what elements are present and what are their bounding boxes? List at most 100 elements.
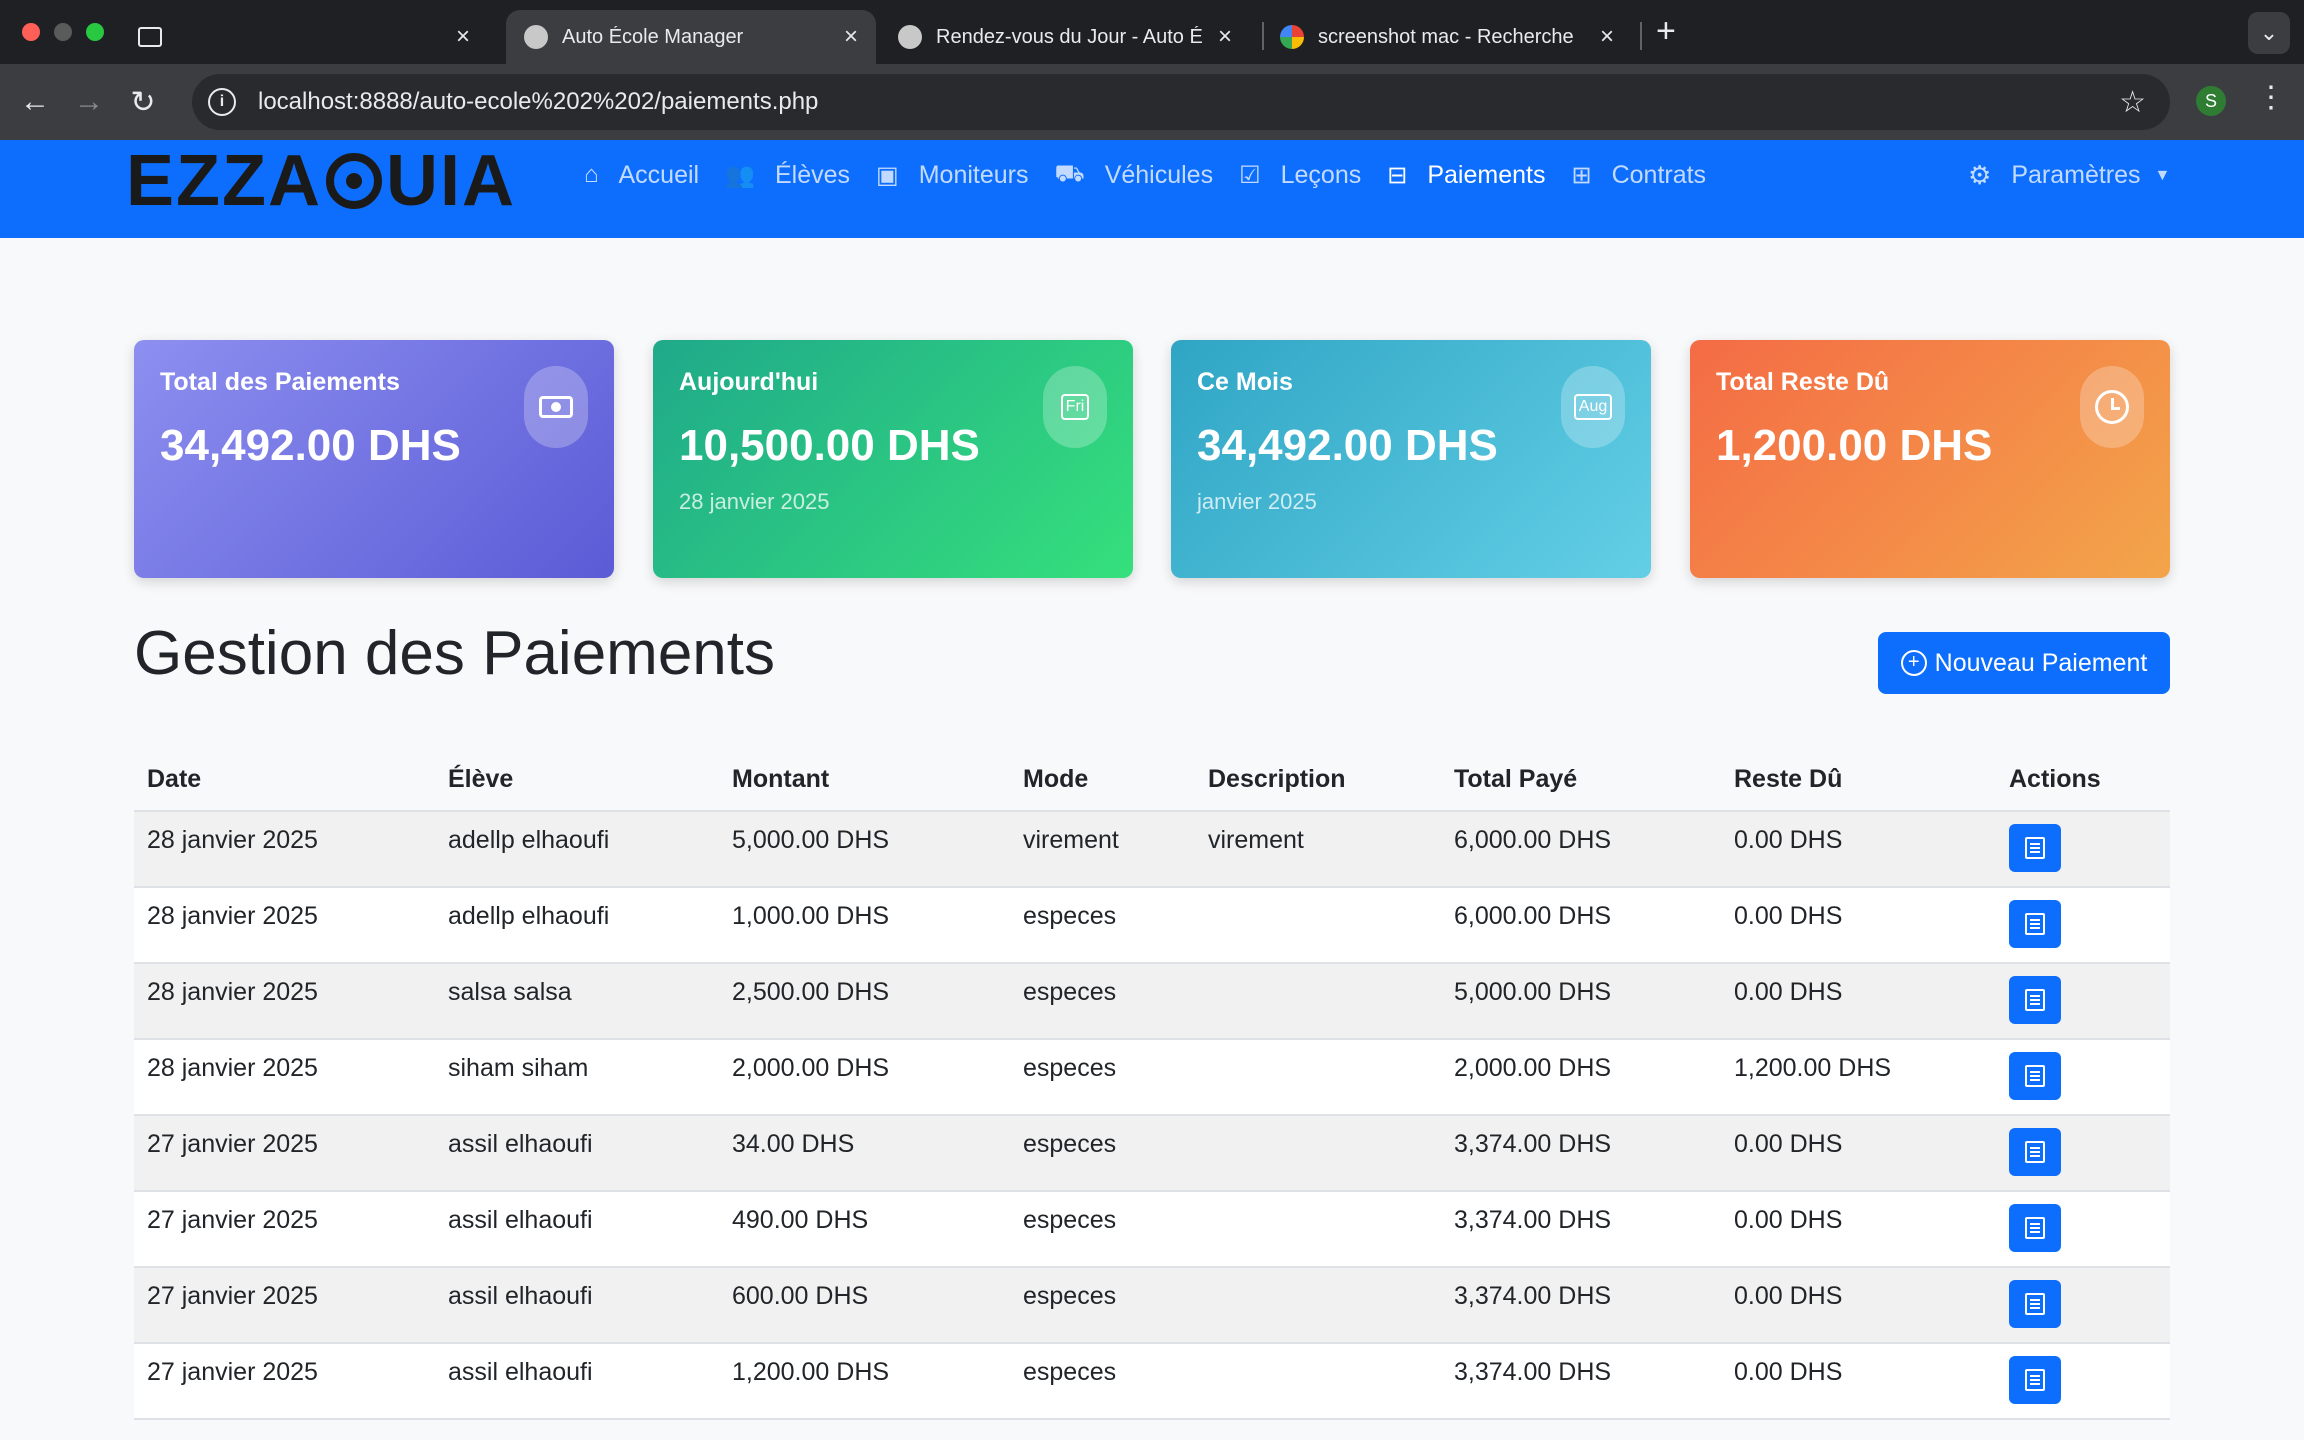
bookmark-star-icon[interactable]: ☆	[2119, 85, 2146, 120]
cell-remaining: 0.00 DHS	[1721, 811, 1996, 888]
nav-vehicules[interactable]: ⛟ Véhicules	[1054, 160, 1213, 190]
brand-logo[interactable]: EZZA UIA	[126, 140, 516, 222]
maximize-window-button[interactable]	[86, 23, 104, 41]
new-payment-button[interactable]: + Nouveau Paiement	[1878, 632, 2170, 694]
cell-remaining: 0.00 DHS	[1721, 963, 1996, 1040]
column-header: Total Payé	[1441, 748, 1721, 812]
column-header: Description	[1195, 748, 1441, 812]
table-row: 28 janvier 2025 siham siham 2,000.00 DHS…	[134, 1039, 2170, 1116]
profile-avatar[interactable]: S	[2196, 86, 2226, 116]
settings-label: Paramètres	[2011, 161, 2141, 189]
plus-circle-icon: +	[1900, 650, 1927, 676]
cell-date: 28 janvier 2025	[134, 887, 435, 964]
cell-description	[1195, 887, 1441, 964]
caret-down-icon: ▼	[2154, 166, 2171, 184]
cell-amount: 5,000.00 DHS	[719, 811, 1010, 888]
cell-description	[1195, 1039, 1441, 1116]
column-header: Montant	[719, 748, 1010, 812]
url-text[interactable]: localhost:8888/auto-ecole%202%202/paieme…	[258, 88, 818, 116]
settings-dropdown[interactable]: ⚙ Paramètres ▼	[1968, 160, 2170, 191]
table-row: 27 janvier 2025 assil elhaoufi 490.00 DH…	[134, 1191, 2170, 1268]
cell-date: 27 janvier 2025	[134, 1267, 435, 1344]
view-receipt-button[interactable]	[2009, 976, 2061, 1024]
browser-menu-icon[interactable]: ⋮	[2256, 80, 2286, 115]
table-row: 27 janvier 2025 assil elhaoufi 34.00 DHS…	[134, 1115, 2170, 1192]
brand-text: EZZA	[126, 141, 322, 221]
cell-date: 27 janvier 2025	[134, 1115, 435, 1192]
column-header: Actions	[1996, 748, 2170, 812]
view-receipt-button[interactable]	[2009, 900, 2061, 948]
cell-mode: especes	[1010, 1343, 1195, 1420]
stat-card-remaining: Total Reste Dû 1,200.00 DHS	[1690, 340, 2170, 578]
view-receipt-button[interactable]	[2009, 1280, 2061, 1328]
forward-button[interactable]: →	[62, 85, 116, 119]
nav-lecons[interactable]: ☑ Leçons	[1239, 160, 1361, 190]
chevron-down-icon: ⌄	[2259, 20, 2279, 45]
cell-student: siham siham	[435, 1039, 719, 1116]
page-title: Gestion des Paiements	[134, 619, 776, 688]
receipt-icon	[2025, 1217, 2045, 1239]
table-row: 28 janvier 2025 salsa salsa 2,500.00 DHS…	[134, 963, 2170, 1040]
view-receipt-button[interactable]	[2009, 1052, 2061, 1100]
clock-icon	[2080, 366, 2144, 448]
stat-value: 10,500.00 DHS	[679, 421, 980, 470]
table-row: 28 janvier 2025 adellp elhaoufi 1,000.00…	[134, 887, 2170, 964]
stat-card-today: Aujourd'hui 10,500.00 DHS 28 janvier 202…	[653, 340, 1133, 578]
receipt-icon	[2025, 1141, 2045, 1163]
receipt-icon	[2025, 1065, 2045, 1087]
car-icon: ⛟	[1054, 160, 1085, 187]
reload-button[interactable]: ↻	[116, 85, 170, 120]
cell-mode: especes	[1010, 1115, 1195, 1192]
close-icon[interactable]: ×	[456, 23, 470, 51]
calendar-day-icon: Fri	[1043, 366, 1107, 448]
cell-remaining: 0.00 DHS	[1721, 1191, 1996, 1268]
info-icon[interactable]: i	[208, 88, 236, 116]
cell-student: salsa salsa	[435, 963, 719, 1040]
table-row: 27 janvier 2025 assil elhaoufi 600.00 DH…	[134, 1267, 2170, 1344]
back-button[interactable]: ←	[8, 85, 62, 119]
cell-total-paid: 3,374.00 DHS	[1441, 1267, 1721, 1344]
steering-wheel-icon	[325, 153, 382, 209]
cell-mode: especes	[1010, 1039, 1195, 1116]
view-receipt-button[interactable]	[2009, 1128, 2061, 1176]
new-tab-button[interactable]: +	[1656, 12, 1676, 51]
tab-title: Rendez-vous du Jour - Auto É	[936, 25, 1203, 48]
cell-date: 28 janvier 2025	[134, 1039, 435, 1116]
nav-accueil[interactable]: ⌂ Accueil	[584, 160, 699, 190]
minimize-window-button[interactable]	[54, 23, 72, 41]
browser-tab-4[interactable]: screenshot mac - Recherche ×	[1262, 10, 1632, 64]
cell-actions	[1996, 1343, 2170, 1420]
contract-icon: ⊞	[1571, 161, 1592, 189]
cell-mode: virement	[1010, 811, 1195, 888]
cell-actions	[1996, 1191, 2170, 1268]
payments-table: Date Élève Montant Mode Description Tota…	[134, 748, 2170, 1420]
browser-tab-1[interactable]: ×	[120, 10, 488, 64]
nav-label: Leçons	[1280, 160, 1362, 189]
column-header: Mode	[1010, 748, 1195, 812]
cell-date: 28 janvier 2025	[134, 811, 435, 888]
stat-subtext: janvier 2025	[1197, 489, 1317, 514]
browser-tab-2[interactable]: Auto École Manager ×	[506, 10, 876, 64]
view-receipt-button[interactable]	[2009, 1356, 2061, 1404]
brand-text-suffix: UIA	[385, 141, 516, 221]
close-icon[interactable]: ×	[844, 23, 858, 51]
browser-tab-3[interactable]: Rendez-vous du Jour - Auto É ×	[880, 10, 1250, 64]
nav-eleves[interactable]: 👥 Élèves	[725, 160, 850, 190]
view-receipt-button[interactable]	[2009, 1204, 2061, 1252]
close-icon[interactable]: ×	[1600, 23, 1614, 51]
tab-search-button[interactable]: ⌄	[2248, 12, 2290, 54]
nav-label: Véhicules	[1104, 160, 1214, 189]
nav-paiements[interactable]: ⊟ Paiements	[1387, 160, 1545, 190]
nav-contrats[interactable]: ⊞ Contrats	[1571, 160, 1706, 190]
nav-moniteurs[interactable]: ▣ Moniteurs	[876, 160, 1028, 190]
browser-toolbar: ← → ↻ i localhost:8888/auto-ecole%202%20…	[0, 64, 2304, 140]
browser-tab-bar: × Auto École Manager × Rendez-vous du Jo…	[0, 0, 2304, 64]
cell-remaining: 0.00 DHS	[1721, 1343, 1996, 1420]
close-window-button[interactable]	[22, 23, 40, 41]
close-icon[interactable]: ×	[1218, 23, 1232, 51]
cell-description	[1195, 1267, 1441, 1344]
view-receipt-button[interactable]	[2009, 824, 2061, 872]
cell-mode: especes	[1010, 1191, 1195, 1268]
address-bar[interactable]: i localhost:8888/auto-ecole%202%202/paie…	[192, 74, 2170, 130]
cell-actions	[1996, 1267, 2170, 1344]
